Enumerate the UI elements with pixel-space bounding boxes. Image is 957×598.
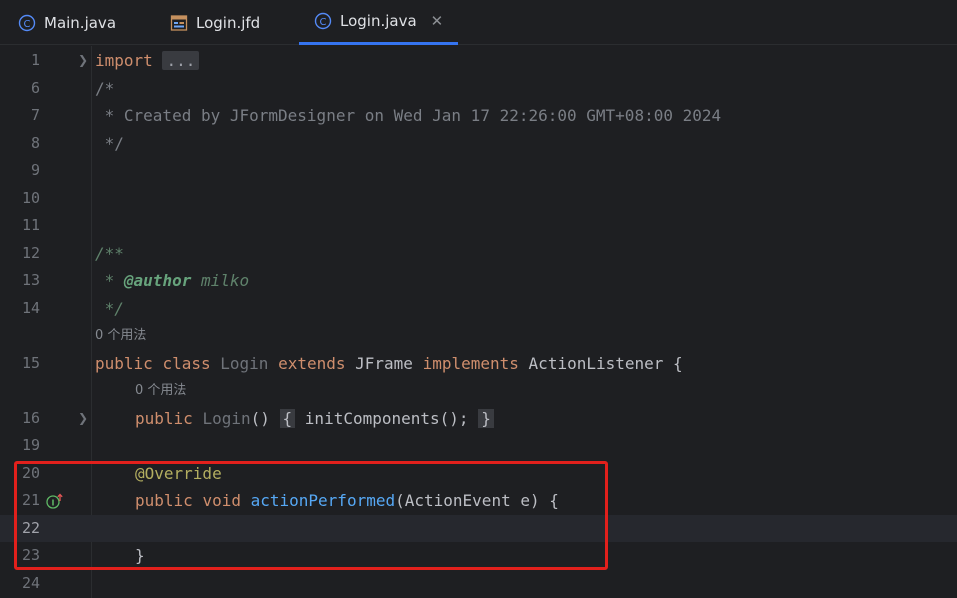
keyword: public bbox=[135, 408, 193, 428]
line-number: 24 bbox=[21, 573, 40, 592]
method-call: initComponents(); bbox=[304, 408, 469, 428]
code-line: 10 bbox=[0, 185, 957, 213]
code-line: 19 bbox=[0, 432, 957, 460]
line-number: 12 bbox=[21, 243, 40, 262]
constructor-name: Login bbox=[202, 408, 251, 428]
line-number: 11 bbox=[21, 216, 40, 234]
class-name: Login bbox=[220, 353, 269, 373]
tab-login-jfd[interactable]: Login.jfd bbox=[170, 0, 280, 45]
comment-text: */ bbox=[95, 133, 124, 153]
code-line: 24 bbox=[0, 570, 957, 598]
code-line: 16 ❯ public Login() { initComponents(); … bbox=[0, 405, 957, 433]
code-line: 9 bbox=[0, 157, 957, 185]
line-number: 10 bbox=[21, 188, 40, 207]
form-file-icon bbox=[170, 14, 188, 32]
tab-label: Main.java bbox=[44, 13, 117, 32]
keyword: implements bbox=[422, 353, 519, 373]
svg-text:C: C bbox=[320, 17, 327, 28]
code-punct: { bbox=[663, 353, 683, 373]
line-number: 6 bbox=[30, 78, 40, 97]
tab-main-java[interactable]: C Main.java bbox=[18, 0, 138, 45]
line-number: 19 bbox=[21, 436, 40, 454]
javadoc-text: /** bbox=[95, 243, 124, 263]
keyword: import bbox=[95, 51, 153, 70]
code-line: 11 bbox=[0, 212, 957, 240]
code-line: 13 * @author milko bbox=[0, 267, 957, 295]
comment-text: * Created by JFormDesigner on Wed Jan 17… bbox=[95, 106, 722, 125]
red-highlight-box bbox=[14, 461, 608, 570]
tab-login-java[interactable]: C Login.java ✕ bbox=[299, 0, 458, 45]
code-line: 12 /** bbox=[0, 240, 957, 268]
line-number: 13 bbox=[21, 271, 40, 289]
type-name: JFrame bbox=[355, 353, 413, 373]
line-number: 15 bbox=[21, 353, 40, 372]
java-class-icon: C bbox=[314, 12, 332, 30]
folded-brace[interactable]: } bbox=[478, 408, 494, 428]
javadoc-text: milko bbox=[191, 271, 250, 290]
code-line: 15 public class Login extends JFrame imp… bbox=[0, 350, 957, 378]
comment-text: /* bbox=[95, 78, 115, 98]
usages-hint[interactable]: 0 个用法 bbox=[95, 322, 146, 350]
type-name: ActionListener bbox=[528, 353, 664, 373]
code-line: 6 /* bbox=[0, 75, 957, 103]
usages-hint[interactable]: 0 个用法 bbox=[135, 377, 186, 405]
keyword: public bbox=[95, 353, 153, 373]
line-number: 1 bbox=[30, 51, 40, 69]
tab-label: Login.java bbox=[340, 12, 417, 30]
line-number: 7 bbox=[30, 106, 40, 124]
line-number: 8 bbox=[30, 133, 40, 152]
javadoc-tag: @author bbox=[123, 271, 192, 290]
code-line: 7 * Created by JFormDesigner on Wed Jan … bbox=[0, 102, 957, 130]
fold-expand-icon[interactable]: ❯ bbox=[78, 405, 88, 433]
line-number: 14 bbox=[21, 298, 40, 317]
line-number: 16 bbox=[21, 408, 40, 427]
inlay-row: 0 个用法 bbox=[0, 322, 957, 350]
code-line: 14 */ bbox=[0, 295, 957, 323]
keyword: class bbox=[162, 353, 211, 373]
keyword: extends bbox=[278, 353, 346, 373]
fold-expand-icon[interactable]: ❯ bbox=[78, 47, 88, 75]
close-icon[interactable]: ✕ bbox=[431, 12, 444, 30]
tab-label: Login.jfd bbox=[196, 13, 261, 32]
editor-tab-bar: C Main.java Login.jfd C Login.java ✕ bbox=[0, 0, 957, 45]
svg-text:C: C bbox=[24, 19, 31, 30]
javadoc-text: */ bbox=[95, 298, 124, 318]
line-number: 9 bbox=[30, 161, 40, 179]
folded-imports[interactable]: ... bbox=[162, 51, 200, 70]
inlay-row: 0 个用法 bbox=[0, 377, 957, 405]
code-punct: () bbox=[250, 408, 270, 428]
code-line: 1 ❯ import ... bbox=[0, 47, 957, 75]
code-line: 8 */ bbox=[0, 130, 957, 158]
code-editor[interactable]: 1 ❯ import ... 6 /* 7 * Created by JForm… bbox=[0, 46, 957, 598]
folded-brace[interactable]: { bbox=[279, 408, 296, 428]
javadoc-text: * bbox=[95, 271, 124, 290]
java-class-icon: C bbox=[18, 14, 36, 32]
